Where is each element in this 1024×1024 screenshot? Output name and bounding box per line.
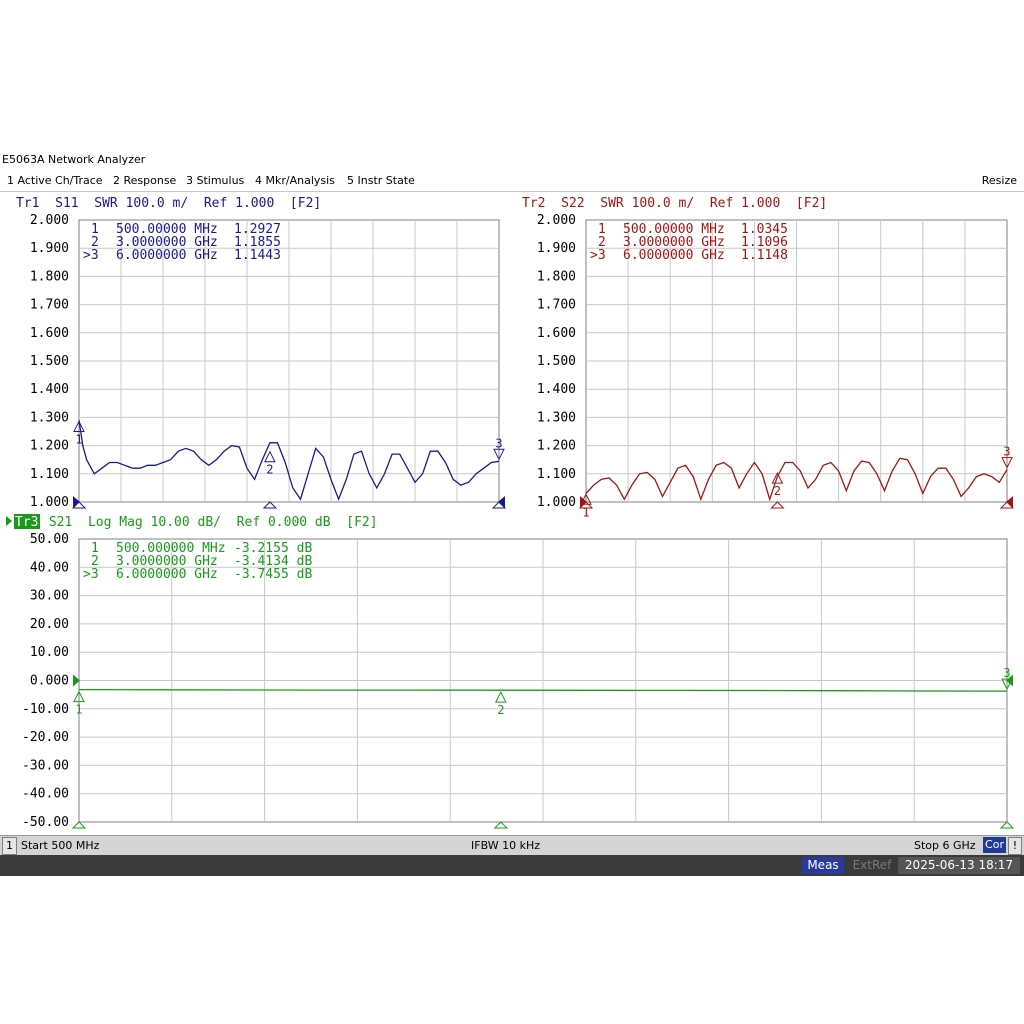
tr3-header[interactable]: S21 Log Mag 10.00 dB/ Ref 0.000 dB [F2] [41, 515, 378, 530]
active-trace-arrow-icon [6, 516, 12, 526]
extref-status: ExtRef [848, 857, 896, 874]
marker-3-number: 3 [495, 436, 502, 450]
y-tick-label: -50.00 [22, 815, 69, 830]
y-tick-label: 1.000 [537, 495, 576, 510]
date-time: 2025-06-13 18:17 [898, 857, 1020, 874]
stimulus-marker-2-icon [770, 501, 785, 509]
marker-1-number: 1 [582, 505, 589, 519]
tr1-header[interactable]: Tr1 S11 SWR 100.0 m/ Ref 1.000 [F2] [16, 196, 321, 211]
y-tick-label: 1.700 [537, 298, 576, 313]
stimulus-marker-1-icon [71, 821, 87, 829]
marker-3-label: >3 [590, 248, 606, 263]
y-tick-label: 1.200 [537, 439, 576, 454]
marker-3-number: 3 [1003, 445, 1010, 459]
y-tick-label: 1.300 [537, 410, 576, 425]
ifbw-value[interactable]: IFBW 10 kHz [471, 836, 540, 855]
meas-status: Meas [802, 857, 844, 874]
analyzer-window: E5063A Network Analyzer 1 Active Ch/Trac… [0, 150, 1024, 876]
trace-display: Tr1 S11 SWR 100.0 m/ Ref 1.000 [F2] Tr2 … [6, 196, 1015, 830]
y-tick-label: 1.500 [537, 354, 576, 369]
y-tick-label: 2.000 [537, 213, 576, 228]
y-tick-label: 1.900 [30, 241, 69, 256]
tr3-tag: Tr3 [15, 515, 38, 530]
y-tick-label: 40.00 [30, 560, 69, 575]
marker-2-number: 2 [266, 463, 273, 477]
y-tick-label: 30.00 [30, 589, 69, 604]
stimulus-marker-2-icon [493, 821, 509, 829]
stimulus-marker-2-icon [262, 501, 278, 509]
marker-3-label: >3 [83, 248, 99, 263]
marker-3-frequency: 6.0000000 GHz [116, 567, 218, 582]
stop-frequency[interactable]: Stop 6 GHz [914, 836, 976, 855]
y-tick-label: 10.00 [30, 645, 69, 660]
marker-3-value: 1.1148 [741, 248, 788, 263]
y-tick-label: 1.600 [537, 326, 576, 341]
warning-indicator: ! [1008, 837, 1022, 855]
y-tick-label: -20.00 [22, 730, 69, 745]
tr3-plot[interactable]: 50.00 40.00 30.00 20.00 10.00 0.000 -10.00 -20.… [22, 532, 1015, 830]
y-tick-label: 1.400 [537, 382, 576, 397]
y-tick-label: 1.700 [30, 298, 69, 313]
tr2-plot[interactable]: 2.000 1.900 1.800 1.700 1.600 1.500 1.400 1.300… [537, 213, 1015, 519]
y-tick-label: 1.100 [537, 467, 576, 482]
start-frequency[interactable]: Start 500 MHz [21, 836, 99, 855]
y-tick-label: 20.00 [30, 617, 69, 632]
y-tick-label: 1.800 [30, 269, 69, 284]
marker-3-value: -3.7455 dB [234, 567, 312, 582]
y-tick-label: 1.800 [537, 269, 576, 284]
marker-1-number: 1 [75, 432, 82, 446]
instrument-status-bar: Meas ExtRef 2025-06-13 18:17 [0, 855, 1024, 876]
y-tick-label: 1.600 [30, 326, 69, 341]
status-bar: 1 Start 500 MHz IFBW 10 kHz Stop 6 GHz C… [0, 835, 1024, 855]
y-tick-label: 1.200 [30, 439, 69, 454]
y-tick-label: -30.00 [22, 758, 69, 773]
tr1-plot[interactable]: 2.000 1.900 1.800 1.700 1.600 1.500 1.400 1.300… [30, 213, 507, 510]
y-tick-label: -10.00 [22, 702, 69, 717]
tr2-header[interactable]: Tr2 S22 SWR 100.0 m/ Ref 1.000 [F2] [522, 196, 827, 211]
y-tick-label: 2.000 [30, 213, 69, 228]
y-tick-label: 1.300 [30, 410, 69, 425]
channel-indicator[interactable]: 1 [2, 837, 17, 855]
y-tick-label: 1.000 [30, 495, 69, 510]
correction-badge[interactable]: Cor [983, 837, 1006, 853]
y-tick-label: 0.000 [30, 674, 69, 689]
marker-1-number: 1 [75, 703, 82, 717]
y-tick-label: -40.00 [22, 787, 69, 802]
y-tick-label: 1.500 [30, 354, 69, 369]
stimulus-marker-3-icon [999, 821, 1015, 829]
marker-3-label: >3 [83, 567, 99, 582]
y-tick-label: 1.100 [30, 467, 69, 482]
marker-3-frequency: 6.0000000 GHz [623, 248, 725, 263]
marker-2-number: 2 [497, 703, 504, 717]
marker-2-number: 2 [774, 484, 781, 498]
y-tick-label: 1.400 [30, 382, 69, 397]
marker-3-value: 1.1443 [234, 248, 281, 263]
marker-3-frequency: 6.0000000 GHz [116, 248, 218, 263]
y-tick-label: 1.900 [537, 241, 576, 256]
y-tick-label: 50.00 [30, 532, 69, 547]
